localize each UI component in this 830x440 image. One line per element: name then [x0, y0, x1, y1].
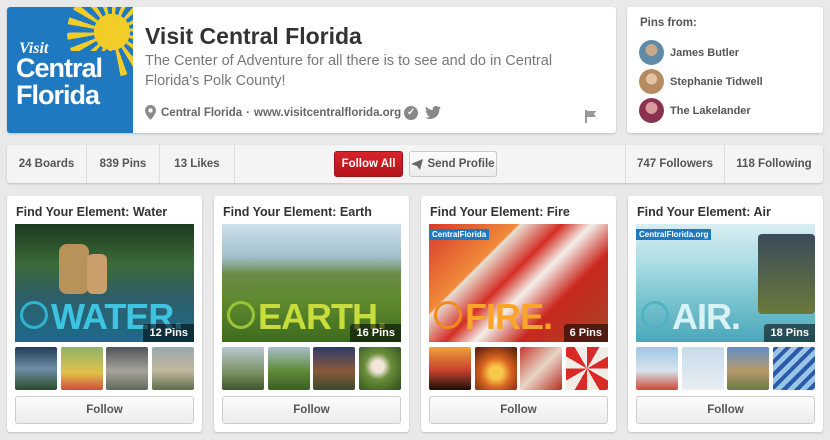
board-thumbnail[interactable] [565, 347, 608, 390]
board-card[interactable]: Find Your Element: Earth EARTH. 16 Pins … [214, 196, 409, 432]
central-florida-logo-tag: CentralFlorida [429, 229, 490, 240]
verified-check-icon: ✓ [404, 105, 419, 120]
board-thumbnail[interactable] [106, 347, 149, 390]
board-title[interactable]: Find Your Element: Water [16, 205, 167, 219]
likes-count-tab[interactable]: 13 Likes [160, 145, 235, 183]
board-thumbnail[interactable] [60, 347, 103, 390]
board-cover[interactable]: EARTH. 16 Pins [222, 224, 401, 342]
profile-description: The Center of Adventure for all there is… [145, 53, 553, 89]
board-cover-word: FIRE. [465, 296, 553, 337]
follow-all-button[interactable]: Follow All [334, 151, 403, 177]
board-follow-button[interactable]: Follow [429, 396, 608, 424]
board-thumbnail[interactable] [15, 347, 57, 390]
twitter-icon[interactable] [425, 106, 442, 119]
board-card[interactable]: Find Your Element: Air CentralFlorida.or… [628, 196, 823, 432]
board-pin-count: 16 Pins [350, 324, 401, 342]
board-thumbnail[interactable] [727, 347, 770, 390]
board-follow-button[interactable]: Follow [15, 396, 194, 424]
flame-icon [434, 301, 462, 329]
avatar [639, 98, 664, 123]
board-thumbnail[interactable] [358, 347, 401, 390]
pins-from-user[interactable]: James Butler [639, 40, 739, 65]
pins-from-card: Pins from: James Butler Stephanie Tidwel… [627, 7, 823, 133]
board-title[interactable]: Find Your Element: Earth [223, 205, 372, 219]
board-thumbnails [15, 347, 194, 390]
board-thumbnails [222, 347, 401, 390]
board-thumbnail[interactable] [222, 347, 264, 390]
board-cover-word: AIR. [672, 296, 741, 337]
board-thumbnail[interactable] [636, 347, 678, 390]
board-title[interactable]: Find Your Element: Air [637, 205, 771, 219]
pins-from-user-name: The Lakelander [670, 104, 751, 117]
board-pin-count: 18 Pins [764, 324, 815, 342]
board-thumbnails [636, 347, 815, 390]
pins-from-user-name: James Butler [670, 46, 740, 59]
board-thumbnail[interactable] [313, 347, 356, 390]
following-count-tab[interactable]: 118 Following [724, 145, 823, 183]
send-profile-label: Send Profile [427, 158, 495, 170]
flag-icon[interactable] [585, 110, 597, 123]
board-thumbnail[interactable] [151, 347, 194, 390]
pins-from-title: Pins from: [640, 17, 697, 29]
board-thumbnail[interactable] [267, 347, 310, 390]
board-follow-button[interactable]: Follow [222, 396, 401, 424]
central-florida-logo-tag: CentralFlorida.org [636, 229, 712, 240]
board-thumbnail[interactable] [474, 347, 517, 390]
board-thumbnail[interactable] [429, 347, 471, 390]
send-icon [411, 158, 424, 170]
board-thumbnail[interactable] [681, 347, 724, 390]
board-thumbnails [429, 347, 608, 390]
board-title[interactable]: Find Your Element: Fire [430, 205, 570, 219]
board-follow-button[interactable]: Follow [636, 396, 815, 424]
profile-website-link[interactable]: www.visitcentralflorida.org [254, 107, 401, 119]
pins-from-user-name: Stephanie Tidwell [670, 75, 763, 88]
meta-separator: · [246, 106, 250, 119]
board-cover[interactable]: CentralFlorida.org AIR. 18 Pins [636, 224, 815, 342]
profile-logo[interactable]: Visit Central Florida [7, 7, 133, 133]
location-pin-icon [145, 105, 156, 120]
profile-name: Visit Central Florida [145, 23, 362, 49]
board-thumbnail[interactable] [772, 347, 815, 390]
avatar [639, 69, 664, 94]
followers-count-tab[interactable]: 747 Followers [625, 145, 724, 183]
water-drop-icon [20, 301, 48, 329]
board-cover[interactable]: WATER. 12 Pins [15, 224, 194, 342]
profile-stats-bar: 24 Boards 839 Pins 13 Likes Follow All S… [7, 145, 823, 183]
profile-meta: Central Florida · www.visitcentralflorid… [145, 105, 442, 120]
avatar [639, 40, 664, 65]
pins-from-user[interactable]: Stephanie Tidwell [639, 69, 763, 94]
board-thumbnail[interactable] [520, 347, 563, 390]
logo-line-3: Florida [16, 80, 100, 110]
board-card[interactable]: Find Your Element: Fire CentralFlorida F… [421, 196, 616, 432]
send-profile-button[interactable]: Send Profile [409, 151, 497, 177]
pins-from-user[interactable]: The Lakelander [639, 98, 751, 123]
board-pin-count: 6 Pins [563, 324, 608, 342]
wind-icon [641, 301, 669, 329]
profile-location: Central Florida [161, 106, 243, 119]
leaf-icon [227, 301, 255, 329]
board-pin-count: 12 Pins [143, 324, 194, 342]
boards-count-tab[interactable]: 24 Boards [7, 145, 87, 183]
board-cover[interactable]: CentralFlorida FIRE. 6 Pins [429, 224, 608, 342]
profile-card: Visit Central Florida Visit Central Flor… [7, 7, 616, 133]
board-card[interactable]: Find Your Element: Water WATER. 12 Pins … [7, 196, 202, 432]
pins-count-tab[interactable]: 839 Pins [87, 145, 160, 183]
